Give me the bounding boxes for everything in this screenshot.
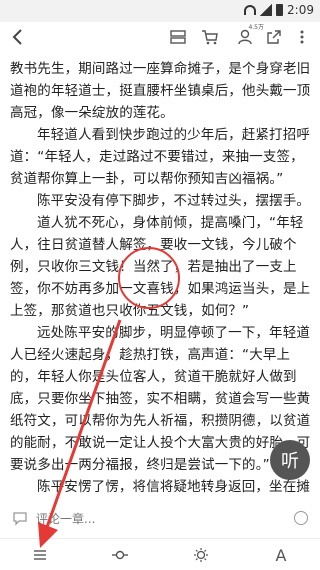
paragraph: 陈平安没有停下脚步，不过转过头，摆摆手。: [37, 193, 310, 209]
paragraph: 年轻道人看到快步跑过的少年后，赶紧打招呼道：“年轻人，走过路过不要错过，来抽一支…: [10, 127, 310, 187]
paragraph: 陈平安愣了愣，将信将疑地转身返回，坐在摊子前的长凳上。: [37, 479, 310, 495]
comment-icon: [13, 512, 27, 526]
share-button[interactable]: [262, 24, 286, 50]
emoji-icon[interactable]: [294, 511, 308, 525]
annotation-circle: [118, 247, 180, 309]
bookshelf-icon: [170, 30, 186, 44]
share-icon: [267, 30, 281, 44]
signal-icon: [260, 4, 273, 16]
paragraph: 教书先生，期间路过一座算命摊子，是个身穿老旧道袍的年轻道士，挺直腰杆坐镇桌后，他…: [10, 61, 311, 121]
listen-button[interactable]: 听: [270, 440, 310, 480]
brightness-icon: [194, 548, 208, 562]
person-icon: [238, 29, 252, 45]
status-time: 2:09: [287, 3, 314, 17]
menu-icon: [34, 550, 46, 560]
menu-button[interactable]: [20, 541, 60, 569]
bookshelf-button[interactable]: [166, 24, 190, 50]
cart-button[interactable]: [198, 24, 222, 50]
battery-icon: [276, 4, 284, 16]
more-vertical-icon: [300, 30, 304, 44]
font-settings-button[interactable]: A: [261, 541, 301, 569]
font-icon: A: [275, 545, 287, 565]
cart-icon: [202, 30, 218, 45]
reader-toolbar: 4.5万: [0, 22, 320, 52]
comment-input[interactable]: [36, 509, 236, 529]
comment-bar: [0, 505, 320, 533]
back-button[interactable]: [6, 24, 30, 50]
chevron-left-icon: [12, 29, 22, 45]
progress-button[interactable]: [100, 541, 140, 569]
listen-label: 听: [281, 451, 299, 472]
status-right: 2:09: [244, 3, 314, 17]
status-bar: 2:09: [0, 0, 320, 22]
more-button[interactable]: [290, 24, 314, 50]
brightness-button[interactable]: [181, 541, 221, 569]
bottom-bar: A: [0, 538, 320, 570]
wifi-icon: [244, 5, 257, 15]
listeners-button[interactable]: 4.5万: [230, 24, 264, 50]
progress-icon: [112, 550, 128, 560]
